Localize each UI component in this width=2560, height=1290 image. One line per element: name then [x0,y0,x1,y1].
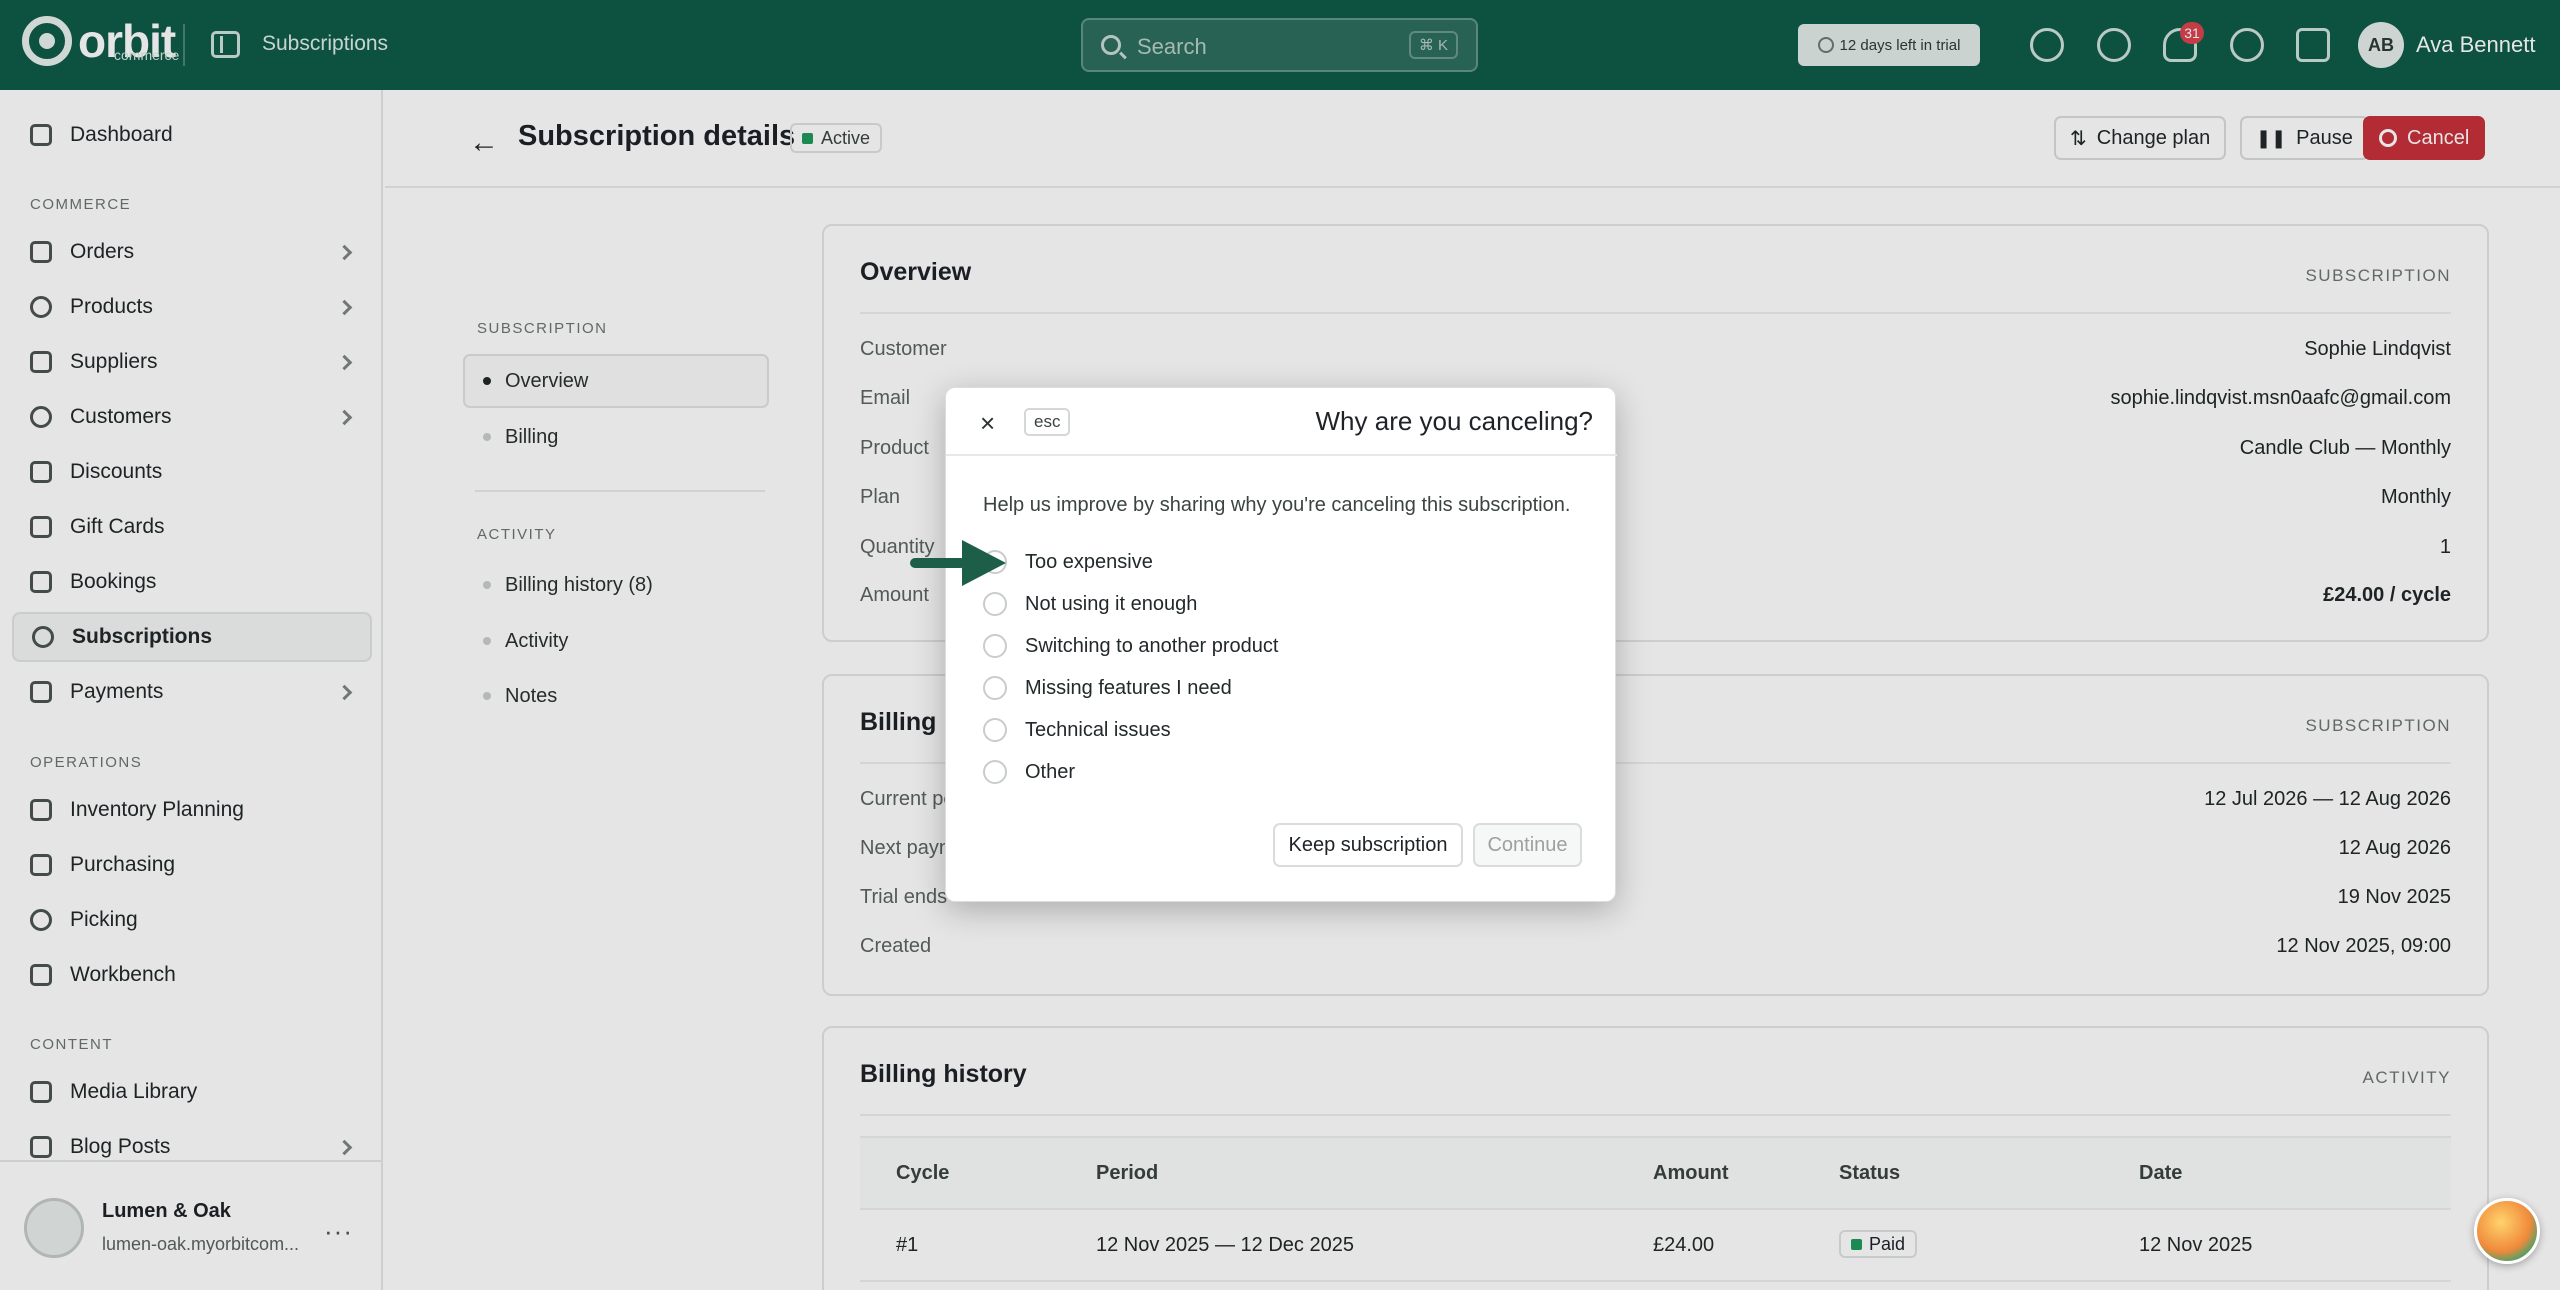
radio-button[interactable] [983,718,1007,742]
esc-key-hint: esc [1024,408,1071,436]
continue-button[interactable]: Continue [1473,823,1582,867]
option-label: Other [1025,760,1076,783]
dialog-header: × esc Why are you canceling? [946,388,1617,456]
close-icon[interactable]: × [980,408,995,439]
reason-option-missing-features[interactable]: Missing features I need [983,671,1232,705]
radio-button[interactable] [983,592,1007,616]
reason-option-other[interactable]: Other [983,755,1075,789]
option-label: Missing features I need [1025,676,1232,699]
option-label: Not using it enough [1025,592,1198,615]
reason-option-technical-issues[interactable]: Technical issues [983,713,1171,747]
radio-button[interactable] [983,634,1007,658]
pointer-arrow-icon [910,540,1006,586]
arrow-head [962,540,1006,586]
reason-option-switching[interactable]: Switching to another product [983,629,1279,663]
option-label: Too expensive [1025,550,1153,573]
cancel-reason-dialog: × esc Why are you canceling? Help us imp… [945,387,1617,902]
radio-button[interactable] [983,760,1007,784]
option-label: Technical issues [1025,718,1171,741]
assistant-bubble-icon[interactable] [2474,1198,2540,1264]
option-label: Switching to another product [1025,634,1279,657]
radio-button[interactable] [983,676,1007,700]
dialog-description: Help us improve by sharing why you're ca… [983,494,1571,516]
keep-subscription-button[interactable]: Keep subscription [1273,823,1463,867]
arrow-shaft [910,558,966,568]
reason-option-not-using[interactable]: Not using it enough [983,587,1197,621]
dialog-title: Why are you canceling? [1315,406,1593,436]
